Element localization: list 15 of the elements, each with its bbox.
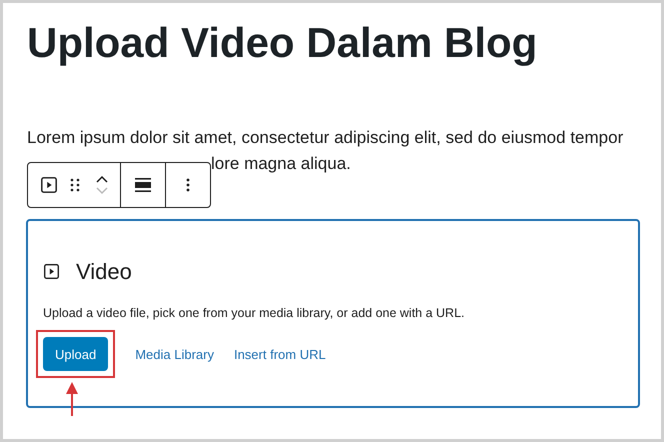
- instructions-text: Upload a video file, pick one from your media library, or add one with a URL.: [43, 304, 466, 322]
- arrow-icon: [66, 382, 78, 416]
- video-icon: [40, 176, 58, 194]
- link-button[interactable]: Insert from URL: [234, 344, 326, 364]
- drag-handle-icon[interactable]: [70, 178, 80, 192]
- block-title: Video: [76, 258, 132, 286]
- paragraph-text[interactable]: Lorem ipsum dolor sit amet, consectetur adipiscing elit, sed do eiusmod tempor: [27, 124, 651, 150]
- align-icon[interactable]: [135, 178, 151, 192]
- chevron-up-icon[interactable]: [96, 174, 108, 182]
- link-button[interactable]: Media Library: [135, 344, 214, 364]
- post-title[interactable]: Upload Video Dalam Blog: [27, 17, 661, 70]
- paragraph-text[interactable]: lore magna aliqua.: [211, 150, 351, 176]
- more-options-icon[interactable]: [186, 178, 190, 192]
- upload-button[interactable]: Upload: [43, 337, 108, 372]
- video-icon: [43, 262, 60, 280]
